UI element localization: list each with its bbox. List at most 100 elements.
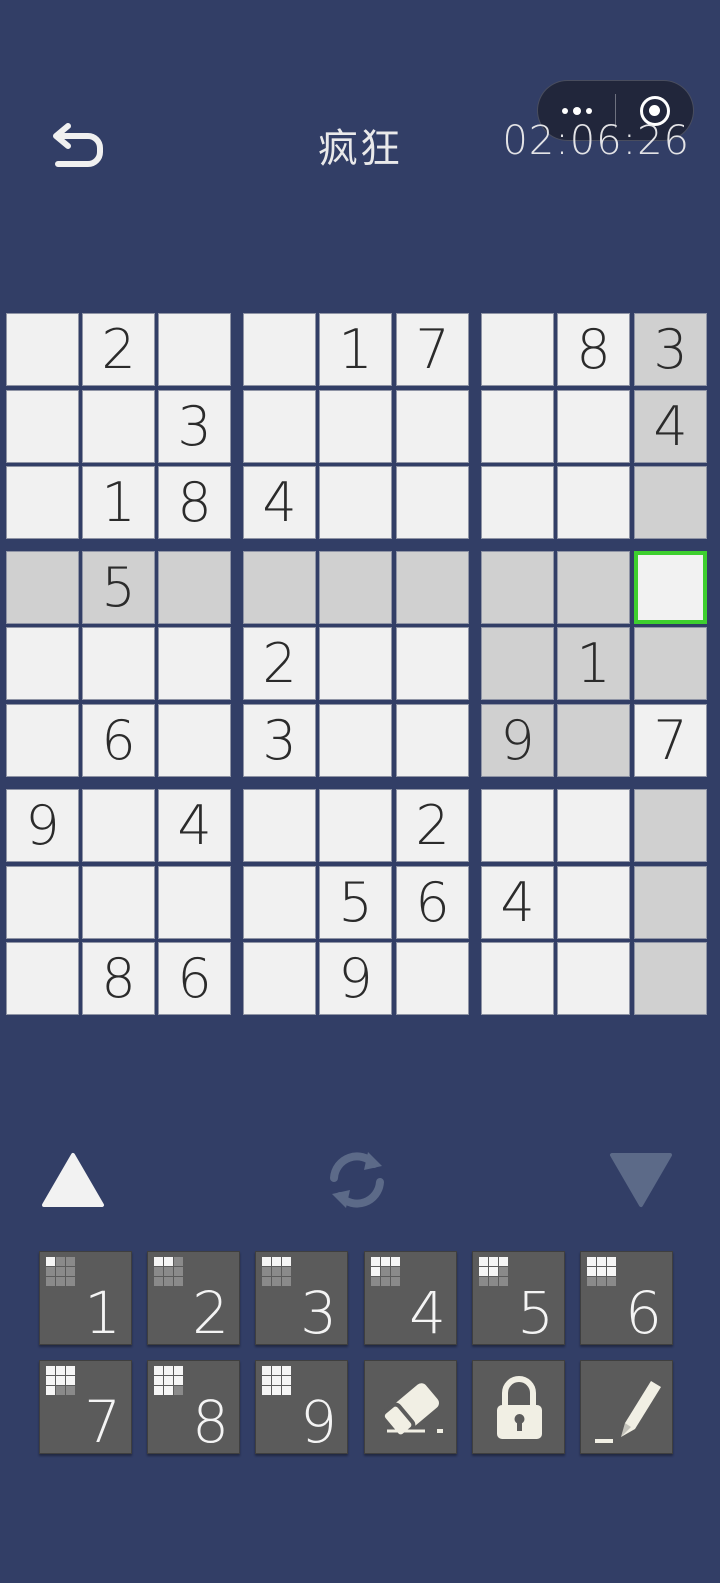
sudoku-cell-r7c6[interactable]: 2 [396, 789, 469, 862]
pencil-button[interactable] [580, 1360, 673, 1454]
number-key-4[interactable]: 4 [364, 1251, 457, 1345]
sudoku-cell-r7c5[interactable] [319, 789, 392, 862]
sudoku-cell-r8c9[interactable] [634, 866, 707, 939]
sudoku-cell-r2c6[interactable] [396, 390, 469, 463]
sudoku-cell-r8c4[interactable] [243, 866, 316, 939]
sudoku-cell-r2c8[interactable] [557, 390, 630, 463]
sudoku-cell-r1c4[interactable] [243, 313, 316, 386]
sudoku-cell-r5c6[interactable] [396, 627, 469, 700]
sudoku-cell-r6c1[interactable] [6, 704, 79, 777]
number-key-8[interactable]: 8 [147, 1360, 240, 1454]
sudoku-cell-r8c7[interactable]: 4 [481, 866, 554, 939]
sudoku-cell-r9c8[interactable] [557, 942, 630, 1015]
sudoku-cell-r1c2[interactable]: 2 [82, 313, 155, 386]
triangle-down-icon[interactable] [608, 1151, 674, 1209]
sudoku-cell-r2c1[interactable] [6, 390, 79, 463]
sudoku-cell-r3c1[interactable] [6, 466, 79, 539]
number-key-9[interactable]: 9 [255, 1360, 348, 1454]
sudoku-cell-r5c8[interactable]: 1 [557, 627, 630, 700]
sudoku-cell-r6c9[interactable]: 7 [634, 704, 707, 777]
sudoku-cell-r5c5[interactable] [319, 627, 392, 700]
sudoku-cell-r5c9[interactable] [634, 627, 707, 700]
number-key-label: 4 [409, 1279, 446, 1347]
sudoku-cell-r9c4[interactable] [243, 942, 316, 1015]
sudoku-cell-r6c4[interactable]: 3 [243, 704, 316, 777]
sudoku-cell-r1c6[interactable]: 7 [396, 313, 469, 386]
sudoku-cell-r7c1[interactable]: 9 [6, 789, 79, 862]
sudoku-cell-r3c7[interactable] [481, 466, 554, 539]
number-key-2[interactable]: 2 [147, 1251, 240, 1345]
sudoku-cell-r9c2[interactable]: 8 [82, 942, 155, 1015]
sudoku-cell-r2c5[interactable] [319, 390, 392, 463]
sudoku-cell-r5c3[interactable] [158, 627, 231, 700]
sudoku-cell-r2c7[interactable] [481, 390, 554, 463]
sudoku-cell-r7c3[interactable]: 4 [158, 789, 231, 862]
sudoku-cell-r6c6[interactable] [396, 704, 469, 777]
sudoku-cell-r7c7[interactable] [481, 789, 554, 862]
sudoku-cell-r7c4[interactable] [243, 789, 316, 862]
sudoku-cell-r2c9[interactable]: 4 [634, 390, 707, 463]
sudoku-cell-r4c4[interactable] [243, 551, 316, 624]
triangle-up-icon[interactable] [40, 1151, 106, 1209]
sudoku-cell-r5c4[interactable]: 2 [243, 627, 316, 700]
sudoku-cell-r8c3[interactable] [158, 866, 231, 939]
sudoku-cell-r9c9[interactable] [634, 942, 707, 1015]
sudoku-cell-r3c9[interactable] [634, 466, 707, 539]
sudoku-cell-r1c1[interactable] [6, 313, 79, 386]
sudoku-cell-r2c3[interactable]: 3 [158, 390, 231, 463]
sudoku-cell-r1c5[interactable]: 1 [319, 313, 392, 386]
sudoku-cell-r7c2[interactable] [82, 789, 155, 862]
sudoku-cell-r8c6[interactable]: 6 [396, 866, 469, 939]
number-key-7[interactable]: 7 [39, 1360, 132, 1454]
sudoku-cell-r9c3[interactable]: 6 [158, 942, 231, 1015]
sudoku-cell-r6c8[interactable] [557, 704, 630, 777]
sudoku-cell-r8c1[interactable] [6, 866, 79, 939]
sudoku-cell-r4c9[interactable] [634, 551, 707, 624]
sudoku-cell-r1c9[interactable]: 3 [634, 313, 707, 386]
sudoku-cell-r3c6[interactable] [396, 466, 469, 539]
number-key-6[interactable]: 6 [580, 1251, 673, 1345]
sudoku-cell-r6c5[interactable] [319, 704, 392, 777]
sudoku-cell-r4c6[interactable] [396, 551, 469, 624]
erase-button[interactable] [364, 1360, 457, 1454]
sudoku-cell-r3c8[interactable] [557, 466, 630, 539]
lock-button[interactable] [472, 1360, 565, 1454]
sudoku-cell-r3c4[interactable]: 4 [243, 466, 316, 539]
sudoku-cell-r9c6[interactable] [396, 942, 469, 1015]
sudoku-cell-r5c2[interactable] [82, 627, 155, 700]
sudoku-cell-r3c3[interactable]: 8 [158, 466, 231, 539]
eraser-icon [380, 1383, 443, 1439]
sudoku-cell-r1c8[interactable]: 8 [557, 313, 630, 386]
sudoku-cell-r2c2[interactable] [82, 390, 155, 463]
sudoku-cell-r7c9[interactable] [634, 789, 707, 862]
sudoku-cell-r4c8[interactable] [557, 551, 630, 624]
number-key-1[interactable]: 1 [39, 1251, 132, 1345]
sudoku-cell-r3c5[interactable] [319, 466, 392, 539]
sudoku-cell-r4c3[interactable] [158, 551, 231, 624]
sudoku-cell-r4c7[interactable] [481, 551, 554, 624]
sudoku-cell-r5c7[interactable] [481, 627, 554, 700]
number-key-5[interactable]: 5 [472, 1251, 565, 1345]
refresh-icon[interactable] [322, 1148, 392, 1212]
sudoku-cell-r5c1[interactable] [6, 627, 79, 700]
sudoku-cell-r1c7[interactable] [481, 313, 554, 386]
sudoku-cell-r7c8[interactable] [557, 789, 630, 862]
sudoku-cell-r8c5[interactable]: 5 [319, 866, 392, 939]
sudoku-cell-r8c2[interactable] [82, 866, 155, 939]
sudoku-cell-r6c3[interactable] [158, 704, 231, 777]
number-key-label: 8 [192, 1388, 229, 1456]
sudoku-cell-r6c7[interactable]: 9 [481, 704, 554, 777]
sudoku-cell-r4c2[interactable]: 5 [82, 551, 155, 624]
mini-grid-icon [154, 1366, 183, 1395]
sudoku-cell-r8c8[interactable] [557, 866, 630, 939]
sudoku-cell-r9c1[interactable] [6, 942, 79, 1015]
number-key-3[interactable]: 3 [255, 1251, 348, 1345]
sudoku-cell-r9c7[interactable] [481, 942, 554, 1015]
sudoku-cell-r3c2[interactable]: 1 [82, 466, 155, 539]
sudoku-cell-r9c5[interactable]: 9 [319, 942, 392, 1015]
sudoku-cell-r4c5[interactable] [319, 551, 392, 624]
sudoku-cell-r2c4[interactable] [243, 390, 316, 463]
sudoku-cell-r6c2[interactable]: 6 [82, 704, 155, 777]
sudoku-cell-r1c3[interactable] [158, 313, 231, 386]
sudoku-cell-r4c1[interactable] [6, 551, 79, 624]
